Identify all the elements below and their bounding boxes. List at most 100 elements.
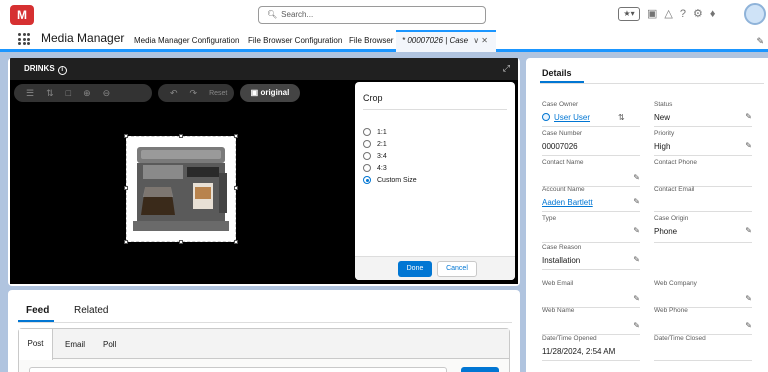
add-icon[interactable]: ▣ bbox=[647, 6, 657, 22]
editor-titlebar: DRINKS i ⤢ bbox=[10, 58, 518, 80]
field-value: High bbox=[654, 142, 671, 151]
search-icon: 🔍︎ bbox=[267, 10, 278, 19]
avatar[interactable] bbox=[744, 3, 766, 25]
field-type: Type ✎ bbox=[542, 215, 640, 243]
image-icon: ▣ bbox=[250, 88, 259, 97]
edit-pencil-icon[interactable]: ✎ bbox=[745, 141, 752, 150]
divider bbox=[540, 83, 764, 84]
crop-area[interactable] bbox=[124, 134, 238, 244]
field-web-phone: Web Phone ✎ bbox=[654, 307, 752, 335]
share-button[interactable] bbox=[461, 367, 499, 372]
field-label: Status bbox=[654, 101, 673, 108]
crop-option-2-1[interactable]: 2:1 bbox=[363, 138, 417, 150]
tab-case-00007026[interactable]: * 00007026 | Case ∨ ✕ bbox=[396, 30, 496, 52]
crop-option-3-4[interactable]: 3:4 bbox=[363, 150, 417, 162]
crop-option-1-1[interactable]: 1:1 bbox=[363, 126, 417, 138]
original-button[interactable]: ▣ original bbox=[240, 84, 300, 102]
edit-pencil-icon[interactable]: ✎ bbox=[745, 294, 752, 303]
close-icon[interactable]: ✕ bbox=[481, 36, 488, 45]
post-input[interactable] bbox=[29, 367, 447, 372]
edit-nav-icon[interactable]: ✎ bbox=[756, 36, 764, 47]
tab-feed[interactable]: Feed bbox=[26, 305, 49, 316]
edit-pencil-icon[interactable]: ✎ bbox=[633, 226, 640, 235]
field-value: Phone bbox=[654, 227, 678, 236]
app-logo[interactable]: M bbox=[10, 5, 34, 25]
help-icon[interactable]: ? bbox=[680, 6, 686, 22]
crop-handle-bl[interactable] bbox=[124, 240, 128, 244]
edit-pencil-icon[interactable]: ✎ bbox=[745, 226, 752, 235]
divider bbox=[18, 322, 512, 323]
rotate-icon[interactable]: ⇅ bbox=[46, 88, 54, 99]
field-label: Type bbox=[542, 215, 557, 222]
done-button[interactable]: Done bbox=[398, 261, 432, 277]
edit-pencil-icon[interactable]: ✎ bbox=[633, 294, 640, 303]
crop-handle-t[interactable] bbox=[179, 134, 183, 138]
zoom-in-icon[interactable]: ⊕ bbox=[83, 88, 91, 99]
nav-item-file-browser-configuration[interactable]: File Browser Configuration bbox=[248, 36, 342, 45]
trailhead-icon[interactable]: △ bbox=[664, 6, 672, 22]
field-web-company: Web Company ✎ bbox=[654, 280, 752, 308]
notifications-icon[interactable]: ♦ bbox=[710, 6, 716, 22]
field-contact-name: Contact Name ✎ bbox=[542, 159, 640, 187]
info-icon[interactable]: i bbox=[57, 66, 67, 75]
edit-pencil-icon[interactable]: ✎ bbox=[745, 112, 752, 121]
nav-item-file-browser[interactable]: File Browser bbox=[349, 36, 393, 45]
field-label: Account Name bbox=[542, 186, 585, 193]
field-case-number: Case Number 00007026 bbox=[542, 130, 640, 156]
publisher: Post Email Poll bbox=[18, 328, 510, 372]
crop-handle-l[interactable] bbox=[124, 186, 128, 190]
case-owner-link[interactable]: User User bbox=[542, 113, 590, 122]
adjust-tools-group: ☰ ⇅ □ ⊕ ⊖ bbox=[14, 84, 152, 102]
tab-email[interactable]: Email bbox=[65, 340, 85, 349]
crop-handle-r[interactable] bbox=[234, 186, 238, 190]
edit-pencil-icon[interactable]: ✎ bbox=[633, 173, 640, 182]
details-panel: Details Case Owner User User ⇅ Status Ne… bbox=[526, 58, 768, 372]
chevron-down-icon[interactable]: ∨ bbox=[473, 36, 479, 45]
field-status: Status New ✎ bbox=[654, 101, 752, 127]
tab-related[interactable]: Related bbox=[74, 305, 108, 316]
edit-pencil-icon[interactable]: ✎ bbox=[633, 255, 640, 264]
field-value: 11/28/2024, 2:54 AM bbox=[542, 347, 616, 356]
expand-icon[interactable]: ⤢ bbox=[503, 63, 510, 74]
zoom-out-icon[interactable]: ⊖ bbox=[103, 88, 111, 99]
account-name-link[interactable]: Aaden Bartlett bbox=[542, 198, 593, 207]
crop-footer: Done Cancel bbox=[355, 256, 515, 280]
crop-handle-tl[interactable] bbox=[124, 134, 128, 138]
field-contact-email: Contact Email bbox=[654, 186, 752, 212]
app-launcher-icon[interactable] bbox=[18, 33, 30, 45]
global-search-input[interactable]: 🔍︎ Search... bbox=[258, 6, 486, 24]
radio-icon bbox=[363, 164, 371, 172]
app-name: Media Manager bbox=[41, 31, 125, 45]
tab-label: * 00007026 | Case bbox=[402, 36, 469, 45]
reset-button[interactable]: Reset bbox=[209, 90, 227, 97]
details-title: Details bbox=[542, 68, 572, 78]
user-icon bbox=[542, 113, 550, 121]
field-date-time-opened: Date/Time Opened 11/28/2024, 2:54 AM bbox=[542, 335, 640, 361]
favorites-icon[interactable]: ★▾ bbox=[618, 7, 640, 21]
setup-icon[interactable]: ⚙ bbox=[693, 6, 703, 22]
change-owner-icon[interactable]: ⇅ bbox=[618, 113, 625, 122]
undo-icon[interactable]: ↶ bbox=[170, 88, 178, 99]
crop-option-4-3[interactable]: 4:3 bbox=[363, 162, 417, 174]
crop-handle-b[interactable] bbox=[179, 240, 183, 244]
edit-pencil-icon[interactable]: ✎ bbox=[633, 321, 640, 330]
crop-heading: Crop bbox=[363, 93, 383, 103]
crop-option-custom-size[interactable]: Custom Size bbox=[363, 174, 417, 186]
sliders-icon[interactable]: ☰ bbox=[26, 88, 34, 99]
tab-poll[interactable]: Poll bbox=[103, 340, 116, 349]
edit-pencil-icon[interactable]: ✎ bbox=[745, 321, 752, 330]
crop-option-label: Custom Size bbox=[377, 176, 417, 184]
field-label: Date/Time Closed bbox=[654, 335, 706, 342]
nav-item-media-manager-configuration[interactable]: Media Manager Configuration bbox=[134, 36, 239, 45]
crop-icon[interactable]: □ bbox=[66, 88, 71, 98]
edit-pencil-icon[interactable]: ✎ bbox=[633, 197, 640, 206]
crop-option-label: 4:3 bbox=[377, 164, 387, 172]
field-label: Case Origin bbox=[654, 215, 689, 222]
field-case-reason: Case Reason Installation ✎ bbox=[542, 244, 640, 270]
crop-handle-br[interactable] bbox=[234, 240, 238, 244]
divider bbox=[363, 109, 507, 110]
cancel-button[interactable]: Cancel bbox=[437, 261, 477, 277]
crop-handle-tr[interactable] bbox=[234, 134, 238, 138]
redo-icon[interactable]: ↷ bbox=[190, 88, 198, 99]
tab-post[interactable]: Post bbox=[19, 329, 53, 360]
